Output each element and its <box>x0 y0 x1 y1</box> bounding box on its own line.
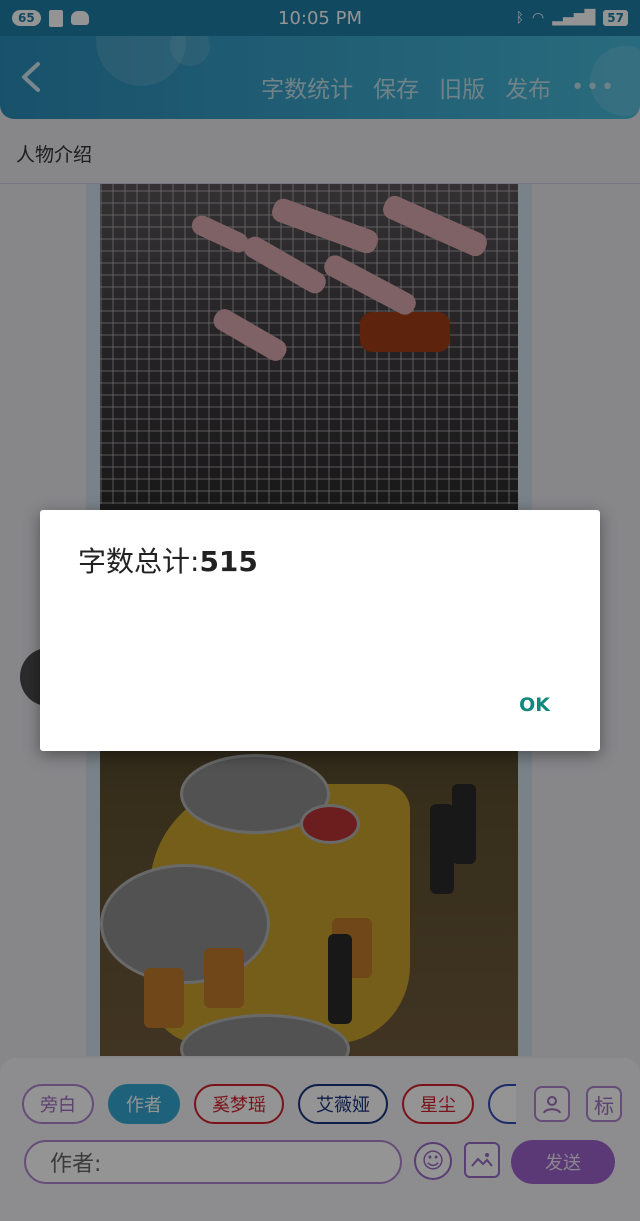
dialog-label: 字数总计: <box>78 545 200 578</box>
ok-button[interactable]: OK <box>519 694 550 716</box>
dialog-message: 字数总计:515 <box>78 540 258 580</box>
word-count-value: 515 <box>199 545 258 578</box>
word-count-dialog: 字数总计:515 OK <box>40 510 600 751</box>
